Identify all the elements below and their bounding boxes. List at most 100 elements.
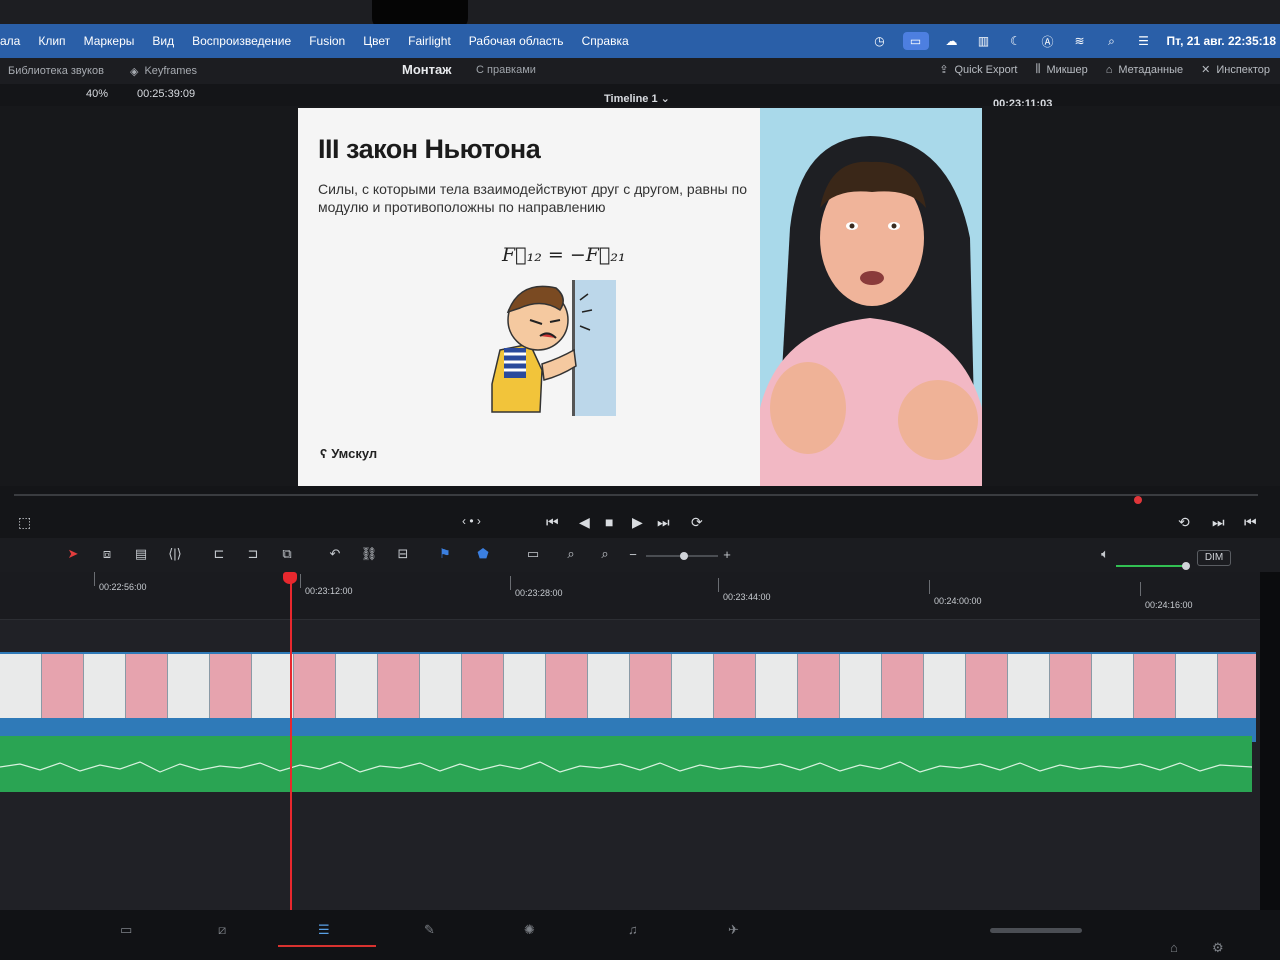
play-reverse-button[interactable]: ◀ xyxy=(579,514,590,531)
link-icon[interactable]: ⛓ xyxy=(358,546,380,562)
volume-slider[interactable] xyxy=(1116,562,1192,570)
zoom-in-icon[interactable]: + xyxy=(716,546,738,562)
ruler-label: 00:24:00:00 xyxy=(934,596,982,606)
clip-thumbnail xyxy=(1134,654,1176,718)
scrub-playhead[interactable] xyxy=(1134,496,1142,504)
replace-clip-icon[interactable]: ⧉ xyxy=(276,546,298,562)
brand-logo: ʕ Умскул xyxy=(320,446,377,461)
wifi-icon[interactable]: ≋ xyxy=(1071,34,1089,48)
go-to-end-button[interactable]: ⏭ xyxy=(657,514,670,531)
cloud-icon[interactable]: ☁ xyxy=(943,34,961,48)
slide-description: Силы, с которыми тела взаимодействуют др… xyxy=(318,181,747,215)
quick-export-button[interactable]: ⇪ Quick Export xyxy=(939,63,1017,77)
clip-thumbnail xyxy=(966,654,1008,718)
home-icon[interactable]: ⌂ xyxy=(1170,940,1178,955)
flag-icon[interactable]: ⚑ xyxy=(434,546,456,562)
inspector-icon: ✕ xyxy=(1201,64,1211,76)
screen-bezel xyxy=(0,0,1280,24)
clip-thumbnail xyxy=(294,654,336,718)
insert-clip-icon[interactable]: ⊏ xyxy=(208,546,230,562)
sound-library-button[interactable]: Библиотека звуков xyxy=(0,65,118,77)
zoom-full-icon[interactable]: ▭ xyxy=(522,546,544,562)
timeline-ruler[interactable]: 00:22:56:00 00:23:12:00 00:23:28:00 00:2… xyxy=(0,572,1260,620)
edit-page-icon[interactable]: ☰ xyxy=(318,922,330,938)
metadata-button[interactable]: ⌂ Метаданные xyxy=(1106,63,1183,76)
trim-tool-icon[interactable]: ⧈ xyxy=(96,546,118,562)
clip-thumbnail xyxy=(714,654,756,718)
audio-levels-icon[interactable]: ▥ xyxy=(975,34,993,48)
fusion-page-icon[interactable]: ✎ xyxy=(424,922,435,938)
blade-tool-icon[interactable]: ⟨|⟩ xyxy=(164,546,186,562)
dynamic-trim-icon[interactable]: ▤ xyxy=(130,546,152,562)
zoom-custom-icon[interactable]: ⌕ xyxy=(594,546,616,562)
marker-icon[interactable]: ⬟ xyxy=(472,546,494,562)
next-clip-icon[interactable]: ⏭ xyxy=(1212,514,1225,531)
timeline-scrollbar[interactable] xyxy=(990,928,1082,933)
menu-help[interactable]: Справка xyxy=(582,34,629,48)
audio-clip[interactable] xyxy=(0,736,1252,792)
header-right-buttons: ⇪ Quick Export ⫼ Микшер ⌂ Метаданные ✕ Инспе… xyxy=(939,63,1270,76)
menu-markers[interactable]: Маркеры xyxy=(84,34,135,48)
time-machine-icon[interactable]: ◷ xyxy=(871,34,889,48)
keyframes-label: Keyframes xyxy=(144,65,198,77)
macos-menu-bar: ала Клип Маркеры Вид Воспроизведение Fus… xyxy=(0,24,1280,58)
deliver-page-icon[interactable]: ✈ xyxy=(728,922,739,938)
video-clip[interactable] xyxy=(0,652,1256,742)
dim-button[interactable]: DIM xyxy=(1197,550,1231,566)
loop-button[interactable]: ⟳ xyxy=(691,514,703,531)
gear-icon[interactable]: ⚙ xyxy=(1212,940,1224,956)
play-button[interactable]: ▶ xyxy=(632,514,643,531)
marker-nav-icon[interactable]: ‹ • › xyxy=(462,514,481,528)
clip-thumbnail xyxy=(84,654,126,718)
fairlight-page-icon[interactable]: ♫ xyxy=(628,922,638,937)
menu-fairlight[interactable]: Fairlight xyxy=(408,34,451,48)
inspector-button[interactable]: ✕ Инспектор xyxy=(1201,63,1270,77)
timeline-name: Timeline 1 xyxy=(604,93,658,105)
scrub-track[interactable] xyxy=(14,494,1258,496)
media-page-icon[interactable]: ▭ xyxy=(120,922,132,938)
timeline-playhead[interactable] xyxy=(290,572,292,912)
crop-tool-icon[interactable]: ⬚ xyxy=(18,514,31,531)
stop-button[interactable]: ■ xyxy=(605,514,613,530)
timeline-name-dropdown[interactable]: Timeline 1 ⌄ xyxy=(604,92,670,105)
menu-workspace[interactable]: Рабочая область xyxy=(469,34,564,48)
menu-clip[interactable]: Клип xyxy=(38,34,65,48)
lock-icon[interactable]: ⊟ xyxy=(392,546,414,562)
zoom-level[interactable]: 40% xyxy=(86,88,108,100)
ruler-label: 00:22:56:00 xyxy=(99,582,147,592)
snapping-icon[interactable]: ↶ xyxy=(324,546,346,562)
zoom-detail-icon[interactable]: ⌕ xyxy=(560,546,582,562)
prev-clip-icon[interactable]: ⏮ xyxy=(1244,514,1257,531)
search-icon[interactable]: ⌕ xyxy=(1103,34,1121,48)
selection-tool-icon[interactable]: ➤ xyxy=(62,546,84,562)
clip-thumbnail xyxy=(672,654,714,718)
zoom-out-icon[interactable]: − xyxy=(622,546,644,562)
input-source-icon[interactable]: Ⓐ xyxy=(1039,34,1057,49)
go-to-start-button[interactable]: ⏮ xyxy=(546,514,559,531)
menu-color[interactable]: Цвет xyxy=(363,34,390,48)
ruler-tick xyxy=(510,576,511,590)
overwrite-clip-icon[interactable]: ⊐ xyxy=(242,546,264,562)
clip-thumbnail xyxy=(1176,654,1218,718)
ruler-tick xyxy=(1140,582,1141,596)
mixer-button[interactable]: ⫼ Микшер xyxy=(1035,63,1087,76)
color-page-icon[interactable]: ✺ xyxy=(524,922,535,938)
active-page-indicator xyxy=(278,945,376,947)
cut-page-icon[interactable]: ⧄ xyxy=(218,922,226,938)
moon-icon[interactable]: ☾ xyxy=(1007,34,1025,48)
status-area: ◷ ▭ ☁ ▥ ☾ Ⓐ ≋ ⌕ ☰ Пт, 21 авг. 22:35:18 xyxy=(871,32,1280,50)
keyframes-button[interactable]: ◈ Keyframes xyxy=(118,65,197,78)
fullscreen-icon[interactable]: ⟲ xyxy=(1178,514,1190,531)
menu-playback[interactable]: Воспроизведение xyxy=(192,34,291,48)
menu-fusion[interactable]: Fusion xyxy=(309,34,345,48)
clip-thumbnail xyxy=(252,654,294,718)
playhead-handle[interactable] xyxy=(283,572,297,584)
zoom-slider[interactable] xyxy=(646,552,718,560)
menu-clock[interactable]: Пт, 21 авг. 22:35:18 xyxy=(1167,34,1277,48)
control-center-icon[interactable]: ☰ xyxy=(1135,34,1153,48)
screen-mirroring-icon[interactable]: ▭ xyxy=(902,32,929,50)
menu-file[interactable]: ала xyxy=(0,34,20,48)
speaker-icon[interactable]: 🔈︎ xyxy=(1094,546,1116,562)
menu-view[interactable]: Вид xyxy=(152,34,174,48)
menu-items: ала Клип Маркеры Вид Воспроизведение Fus… xyxy=(0,34,629,48)
